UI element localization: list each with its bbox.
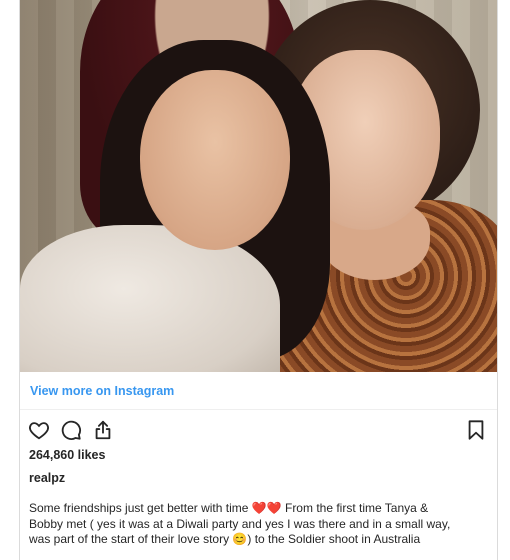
comment-icon[interactable] [60, 419, 82, 441]
action-bar [28, 419, 114, 443]
bookmark-icon[interactable] [465, 419, 487, 441]
likes-count[interactable]: 264,860 likes [29, 448, 105, 462]
share-icon[interactable] [92, 419, 114, 441]
username[interactable]: realpz [29, 471, 65, 485]
photo-person-left-face [140, 70, 290, 250]
photo-person-left-dress [20, 225, 280, 372]
instagram-embed: View more on Instagram 264,860 likes rea… [19, 0, 498, 560]
post-photo[interactable] [20, 0, 497, 372]
view-more-link[interactable]: View more on Instagram [30, 384, 174, 398]
post-caption: Some friendships just get better with ti… [29, 501, 451, 546]
heart-icon[interactable] [28, 419, 50, 441]
divider [20, 409, 497, 410]
